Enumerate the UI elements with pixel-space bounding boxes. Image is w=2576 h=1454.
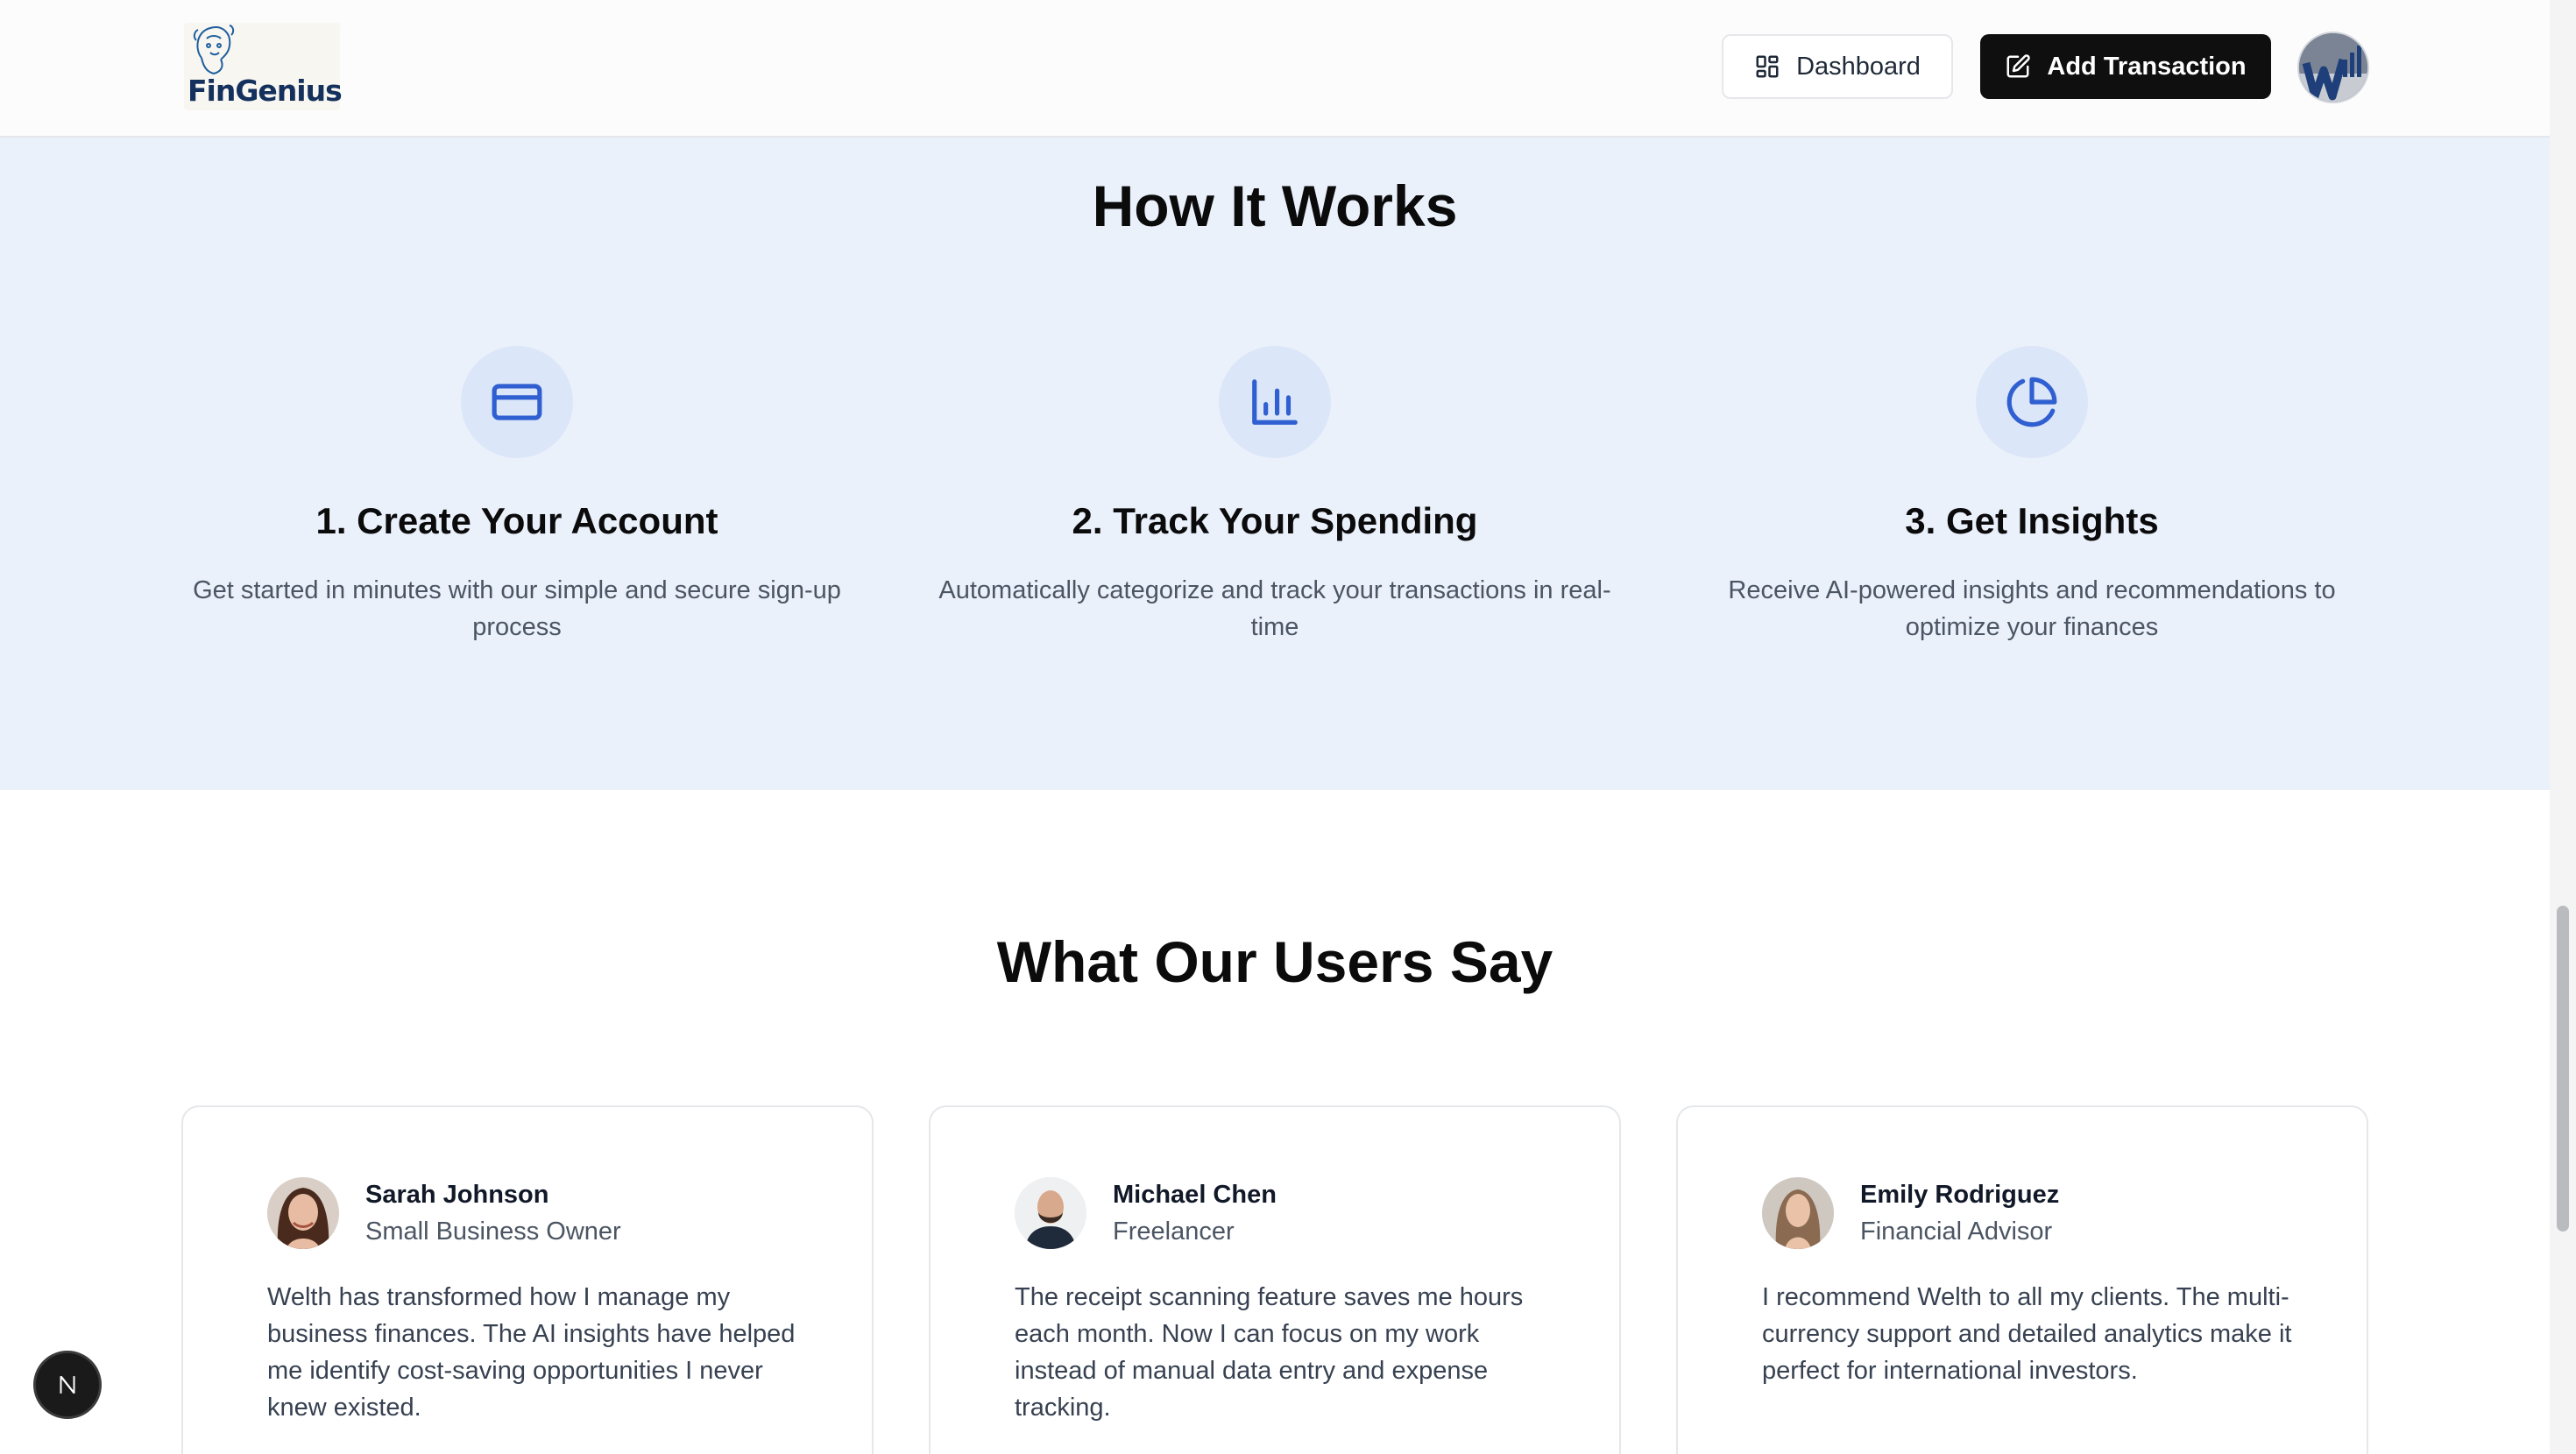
pen-square-icon — [2006, 54, 2031, 78]
how-it-works-section: How It Works 1. Create Your Account Get … — [0, 138, 2550, 790]
testimonial-card: Michael Chen Freelancer The receipt scan… — [929, 1105, 1621, 1454]
step-icon-circle — [1219, 346, 1331, 458]
step-create-account: 1. Create Your Account Get started in mi… — [166, 346, 867, 646]
testimonial-card: Emily Rodriguez Financial Advisor I reco… — [1676, 1105, 2368, 1454]
step-description: Automatically categorize and track your … — [938, 576, 1611, 641]
vertical-scrollbar[interactable] — [2550, 0, 2576, 1454]
step-get-insights: 3. Get Insights Receive AI-powered insig… — [1681, 346, 2382, 646]
testimonial-role: Financial Advisor — [1860, 1218, 2053, 1246]
michael-avatar-image — [1015, 1177, 1086, 1249]
fingenius-logo[interactable]: FinGenius — [184, 23, 343, 110]
step-title: 1. Create Your Account — [315, 500, 718, 541]
testimonial-role: Small Business Owner — [365, 1218, 621, 1246]
step-track-spending: 2. Track Your Spending Automatically cat… — [924, 346, 1625, 646]
emily-avatar-image — [1762, 1177, 1834, 1249]
credit-card-icon — [492, 384, 542, 420]
add-transaction-button-label: Add Transaction — [2047, 52, 2247, 81]
dashboard-button-label: Dashboard — [1796, 52, 1921, 81]
page: FinGenius Dashboard Add Transaction How … — [0, 0, 2550, 1454]
testimonial-quote: The receipt scanning feature saves me ho… — [1015, 1283, 1524, 1422]
testimonials-title: What Our Users Say — [996, 929, 1553, 994]
testimonial-name: Emily Rodriguez — [1860, 1181, 2060, 1209]
add-transaction-button[interactable]: Add Transaction — [1980, 34, 2271, 99]
avatar — [1015, 1177, 1086, 1249]
logo-head-icon — [193, 25, 235, 75]
step-title: 2. Track Your Spending — [1072, 500, 1478, 541]
testimonial-quote: Welth has transformed how I manage my bu… — [267, 1283, 796, 1422]
testimonial-quote: I recommend Welth to all my clients. The… — [1762, 1283, 2292, 1385]
pie-chart-icon — [2006, 377, 2057, 427]
bar-chart-icon — [1252, 379, 1298, 425]
step-description: Get started in minutes with our simple a… — [193, 576, 841, 641]
step-icon-circle — [1976, 346, 2088, 458]
testimonial-role: Freelancer — [1113, 1218, 1235, 1246]
user-avatar-image — [2299, 33, 2367, 102]
scrollbar-thumb[interactable] — [2557, 906, 2569, 1232]
step-description: Receive AI-powered insights and recommen… — [1728, 576, 2336, 641]
user-avatar[interactable] — [2297, 32, 2369, 103]
nextjs-dev-badge[interactable] — [33, 1351, 102, 1419]
step-title: 3. Get Insights — [1905, 500, 2159, 541]
testimonial-card: Sarah Johnson Small Business Owner Welth… — [181, 1105, 874, 1454]
sarah-avatar-image — [267, 1177, 339, 1249]
how-it-works-title: How It Works — [1092, 173, 1458, 238]
testimonial-name: Michael Chen — [1113, 1181, 1277, 1209]
step-icon-circle — [461, 346, 573, 458]
avatar — [267, 1177, 339, 1249]
layout-dashboard-icon — [1756, 55, 1779, 78]
avatar — [1762, 1177, 1834, 1249]
dashboard-button[interactable]: Dashboard — [1722, 34, 1953, 99]
testimonial-name: Sarah Johnson — [365, 1181, 549, 1209]
logo-text: FinGenius — [188, 74, 343, 108]
nextjs-logo-icon — [60, 1376, 75, 1394]
top-navbar: FinGenius Dashboard Add Transaction — [0, 0, 2550, 138]
